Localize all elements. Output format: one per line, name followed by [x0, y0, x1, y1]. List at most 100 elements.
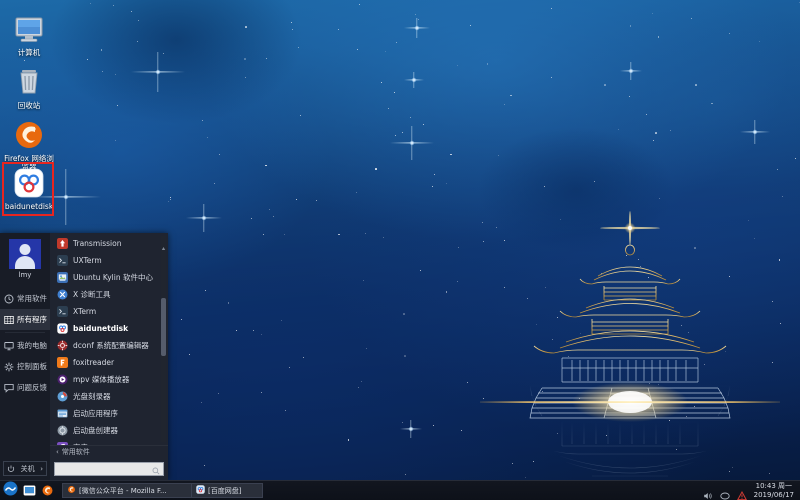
avatar	[9, 239, 41, 269]
list-item-label: Transmission	[73, 239, 121, 248]
system-tray[interactable]: 10:43 周一 2019/06/17	[703, 482, 800, 500]
desktop-icon-label: 回收站	[2, 101, 56, 110]
taskbar-clock[interactable]: 10:43 周一 2019/06/17	[754, 482, 796, 500]
list-item[interactable]: dconf 系统配置编辑器	[50, 337, 168, 354]
scroll-up-arrow[interactable]	[161, 236, 166, 241]
user-name: lmy	[0, 271, 50, 279]
power-button[interactable]: 关机 ›	[3, 461, 47, 476]
power-label: 关机	[21, 464, 35, 474]
gear-icon	[4, 362, 14, 372]
list-item[interactable]: 光盘刻录器	[50, 388, 168, 405]
startup-apps-icon	[57, 408, 68, 419]
desktop-icon-label: 计算机	[2, 48, 56, 57]
start-menu-sidebar[interactable]: lmy 常用软件 所有程序 我的电脑 控制面板	[0, 233, 50, 480]
sidebar-item-my-computer[interactable]: 我的电脑	[0, 335, 50, 356]
app-list-footer[interactable]: ‹ 常用软件	[50, 445, 168, 458]
app-list-scrollbar[interactable]	[161, 236, 166, 442]
xterm-icon	[57, 306, 68, 317]
wallpaper-sparkle-star	[186, 204, 222, 232]
dconf-icon	[57, 340, 68, 351]
list-item[interactable]: Transmission	[50, 235, 168, 252]
sidebar-item-label: 所有程序	[17, 314, 47, 325]
grid-icon	[4, 315, 14, 325]
list-item[interactable]: 启动应用程序	[50, 405, 168, 422]
list-item[interactable]: XTerm	[50, 303, 168, 320]
sidebar-item-control-panel[interactable]: 控制面板	[0, 356, 50, 377]
taskbar-window-label: [百度网盘]	[208, 486, 241, 496]
network-icon[interactable]	[720, 486, 730, 496]
taskbar-launcher-firefox[interactable]	[38, 481, 56, 500]
wallpaper-sparkle-star	[740, 120, 770, 144]
search-input[interactable]	[54, 462, 164, 476]
wallpaper-sparkle-star	[131, 52, 185, 92]
list-item-label: 启动盘创建器	[73, 425, 118, 436]
mpv-icon	[57, 374, 68, 385]
wallpaper-sparkle-star	[404, 72, 424, 88]
transmission-icon	[57, 238, 68, 249]
chevron-right-icon: ›	[40, 465, 43, 473]
taskbar-launcher-file-manager[interactable]	[20, 481, 38, 500]
sidebar-item-label: 常用软件	[17, 293, 47, 304]
chevron-left-icon: ‹	[56, 448, 59, 456]
sidebar-divider	[5, 332, 45, 333]
user-block[interactable]: lmy	[0, 233, 50, 282]
list-item-label: XTerm	[73, 307, 96, 316]
list-item-label: foxitreader	[73, 358, 114, 367]
disc-burner-icon	[57, 391, 68, 402]
monitor-icon	[4, 341, 14, 351]
sidebar-item-label: 我的电脑	[17, 340, 47, 351]
kylin-start-icon	[3, 481, 18, 500]
scroll-down-arrow[interactable]	[161, 437, 166, 442]
desktop-icon-label: baidunetdisk	[2, 202, 56, 211]
start-menu-app-panel[interactable]: Transmission UXTerm Ubuntu Kylin 软件中心 X …	[50, 233, 168, 480]
list-item[interactable]: 声音	[50, 439, 168, 445]
wallpaper-sparkle-star	[620, 62, 642, 80]
volume-icon[interactable]	[703, 486, 713, 496]
baidunetdisk-icon	[196, 485, 205, 496]
list-item[interactable]: UXTerm	[50, 252, 168, 269]
update-alert-icon[interactable]	[737, 486, 747, 496]
usb-creator-icon	[57, 425, 68, 436]
list-item-label: baidunetdisk	[73, 324, 128, 333]
taskbar-window-button[interactable]: [微信公众平台 - Mozilla F...	[62, 483, 192, 498]
list-item[interactable]: mpv 媒体播放器	[50, 371, 168, 388]
list-item[interactable]: foxitreader	[50, 354, 168, 371]
list-item-label: X 诊断工具	[73, 289, 111, 300]
taskbar[interactable]: [微信公众平台 - Mozilla F... [百度网盘] 10:43 周一 2…	[0, 480, 800, 500]
start-menu[interactable]: lmy 常用软件 所有程序 我的电脑 控制面板	[0, 233, 168, 480]
list-item-baidunetdisk[interactable]: baidunetdisk	[50, 320, 168, 337]
application-list[interactable]: Transmission UXTerm Ubuntu Kylin 软件中心 X …	[50, 233, 168, 445]
list-item[interactable]: 启动盘创建器	[50, 422, 168, 439]
app-list-footer-label: 常用软件	[62, 447, 90, 457]
clock-date: 2019/06/17	[754, 491, 794, 500]
desktop-icon-firefox[interactable]: Firefox 网络浏览器	[2, 118, 56, 172]
list-item[interactable]: Ubuntu Kylin 软件中心	[50, 269, 168, 286]
firefox-icon	[12, 118, 46, 152]
desktop-icon-computer[interactable]: 计算机	[2, 12, 56, 57]
desktop-icon-baidunetdisk[interactable]: baidunetdisk	[2, 166, 56, 211]
sidebar-item-favorites[interactable]: 常用软件	[0, 288, 50, 309]
list-item-label: Ubuntu Kylin 软件中心	[73, 272, 153, 283]
wallpaper-sparkle-star	[400, 420, 422, 438]
sidebar-item-all-programs[interactable]: 所有程序	[0, 309, 50, 330]
desktop-icon-recyclebin[interactable]: 回收站	[2, 65, 56, 110]
start-button[interactable]	[0, 481, 20, 500]
list-item-label: 声音	[73, 442, 88, 445]
taskbar-window-button[interactable]: [百度网盘]	[191, 483, 263, 498]
taskbar-window-label: [微信公众平台 - Mozilla F...	[79, 486, 167, 496]
trash-icon	[12, 65, 46, 99]
comment-icon	[4, 383, 14, 393]
list-item-label: mpv 媒体播放器	[73, 374, 129, 385]
sidebar-item-label: 控制面板	[17, 361, 47, 372]
foxitreader-icon	[57, 357, 68, 368]
scrollbar-thumb[interactable]	[161, 298, 166, 356]
list-item[interactable]: X 诊断工具	[50, 286, 168, 303]
temple-of-heaven-artwork	[480, 210, 780, 480]
xdiagnose-icon	[57, 289, 68, 300]
sidebar-item-feedback[interactable]: 问题反馈	[0, 377, 50, 398]
sound-icon	[57, 442, 68, 445]
search-bar-container	[50, 458, 168, 480]
wallpaper-sparkle-star	[404, 18, 430, 38]
search-icon	[152, 460, 160, 479]
sidebar-item-label: 问题反馈	[17, 382, 47, 393]
